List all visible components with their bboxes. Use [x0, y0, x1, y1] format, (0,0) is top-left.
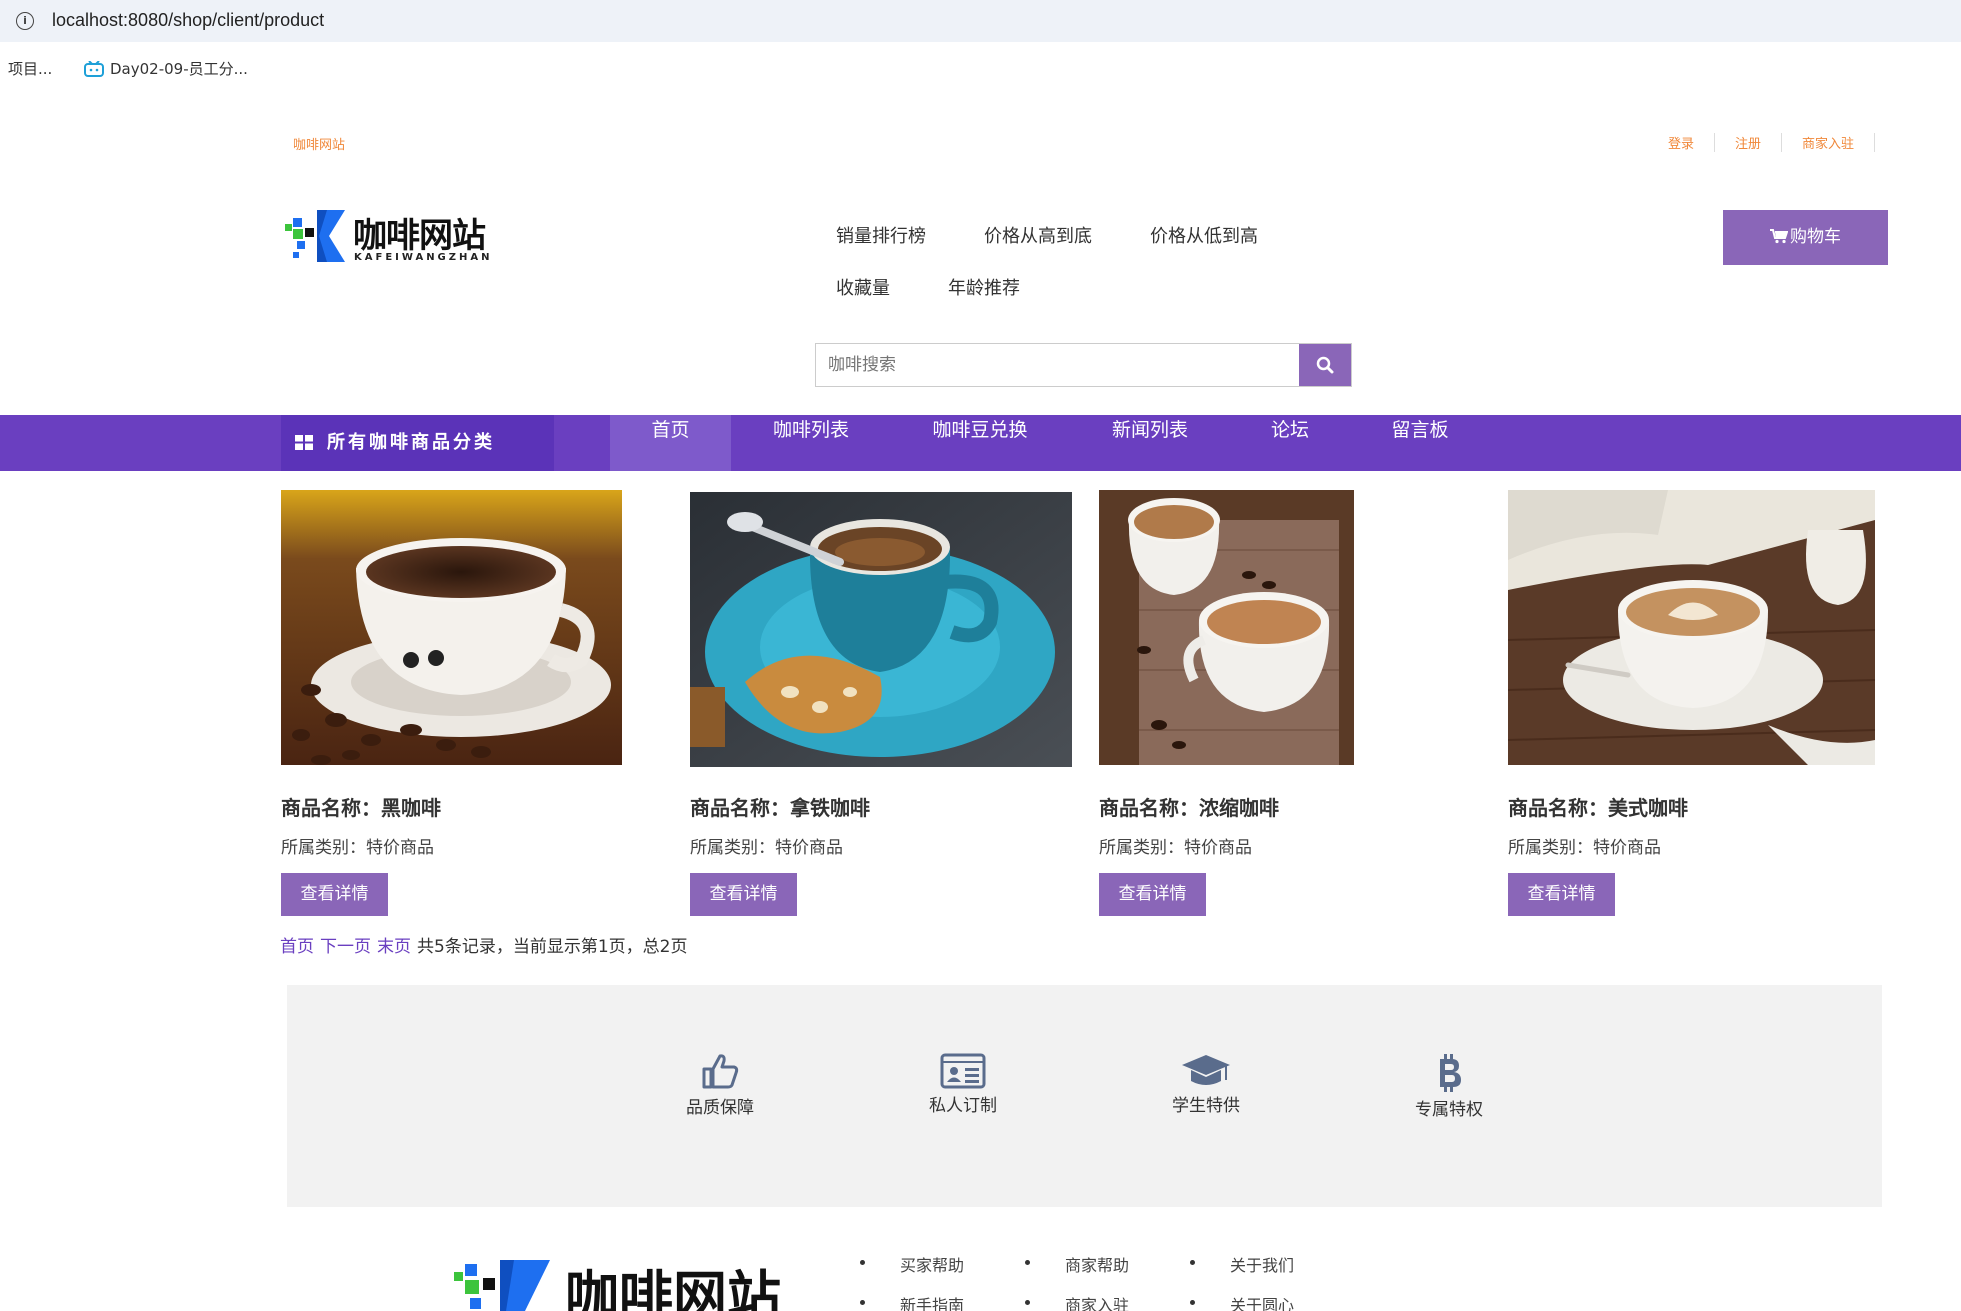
cart-button[interactable]: 购物车 — [1723, 210, 1888, 265]
all-categories-label: 所有咖啡商品分类 — [327, 432, 495, 453]
all-categories-button[interactable]: 所有咖啡商品分类 — [281, 415, 554, 471]
url-text[interactable]: localhost:8080/shop/client/product — [52, 10, 324, 31]
product-image-espresso[interactable] — [1099, 490, 1354, 765]
login-link[interactable]: 登录 — [1648, 133, 1715, 152]
search-icon — [1316, 356, 1334, 374]
view-details-button[interactable]: 查看详情 — [690, 873, 797, 916]
view-details-button[interactable]: 查看详情 — [281, 873, 388, 916]
search-button[interactable] — [1299, 344, 1351, 386]
bullet — [1190, 1260, 1195, 1265]
footer-link-beginner-guide[interactable]: 新手指南 — [900, 1292, 964, 1311]
site-name-link[interactable]: 咖啡网站 — [293, 134, 345, 153]
footer-logo-text: 咖啡网站 — [565, 1264, 781, 1311]
bookmark-item[interactable]: Day02-09-员工分... — [84, 58, 248, 79]
footer-logo-mark-icon — [454, 1260, 550, 1311]
pagination: 首页 下一页 末页 共5条记录，当前显示第1页，总2页 — [280, 932, 687, 957]
product-name[interactable]: 商品名称：拿铁咖啡 — [690, 792, 870, 821]
logo-text: 咖啡网站 — [353, 216, 486, 256]
features-strip: 品质保障 私人订制 学生特供 专属特权 — [287, 985, 1882, 1207]
feature-label: 专属特权 — [1415, 1100, 1483, 1120]
site-info-icon[interactable]: i — [16, 12, 34, 30]
cart-label: 购物车 — [1790, 227, 1841, 247]
bullet — [860, 1300, 865, 1305]
site-logo[interactable]: 咖啡网站 KAFEIWANGZHAN — [283, 208, 493, 264]
product-name[interactable]: 商品名称：浓缩咖啡 — [1099, 792, 1279, 821]
bullet — [1025, 1300, 1030, 1305]
feature-label: 私人订制 — [929, 1096, 997, 1116]
main-navbar: 所有咖啡商品分类 首页 咖啡列表 咖啡豆兑换 新闻列表 论坛 留言板 — [0, 415, 1961, 471]
search-box — [815, 343, 1352, 387]
bookmark-item[interactable]: 项目... — [8, 58, 52, 79]
top-links: 登录 注册 商家入驻 — [1648, 133, 1875, 152]
bookmark-label: Day02-09-员工分... — [110, 60, 248, 78]
sort-price-asc[interactable]: 价格从低到高 — [1150, 222, 1258, 248]
nav-news-list[interactable]: 新闻列表 — [1080, 415, 1220, 471]
feature-item: 私人订制 — [893, 1053, 1033, 1116]
feature-label: 学生特供 — [1172, 1096, 1240, 1116]
feature-item: 品质保障 — [650, 1053, 790, 1118]
bilibili-tv-icon — [84, 61, 104, 77]
view-details-button[interactable]: 查看详情 — [1508, 873, 1615, 916]
footer-link-buyer-help[interactable]: 买家帮助 — [900, 1252, 964, 1276]
footer-link-merchant-join[interactable]: 商家入驻 — [1065, 1292, 1129, 1311]
graduation-cap-icon — [1182, 1055, 1230, 1085]
nav-home[interactable]: 首页 — [610, 415, 731, 471]
id-card-icon — [940, 1053, 986, 1089]
last-page-link[interactable]: 末页 — [377, 937, 411, 957]
product-name[interactable]: 商品名称：美式咖啡 — [1508, 792, 1688, 821]
search-input[interactable] — [816, 344, 1299, 386]
view-details-button[interactable]: 查看详情 — [1099, 873, 1206, 916]
product-category: 所属类别：特价商品 — [1099, 838, 1252, 858]
register-link[interactable]: 注册 — [1715, 133, 1782, 152]
footer-logo[interactable]: 咖啡网站 — [450, 1250, 810, 1311]
feature-item: 学生特供 — [1136, 1053, 1276, 1116]
feature-item: 专属特权 — [1379, 1053, 1519, 1120]
product-category: 所属类别：特价商品 — [281, 838, 434, 858]
bullet — [1190, 1300, 1195, 1305]
bullet — [860, 1260, 865, 1265]
nav-message-board[interactable]: 留言板 — [1370, 415, 1470, 471]
bookmarks-bar: 项目... Day02-09-员工分... — [0, 42, 1961, 96]
sort-nav: 销量排行榜 价格从高到底 价格从低到高收藏量 年龄推荐 — [820, 222, 1340, 326]
thumbs-up-icon — [702, 1054, 739, 1089]
sort-sales-ranking[interactable]: 销量排行榜 — [836, 222, 926, 248]
grid-icon — [295, 435, 313, 450]
sort-age-recommend[interactable]: 年龄推荐 — [948, 274, 1020, 300]
nav-forum[interactable]: 论坛 — [1240, 415, 1340, 471]
product-category: 所属类别：特价商品 — [1508, 838, 1661, 858]
footer-link-about-yuanxin[interactable]: 关于圆心 — [1230, 1292, 1294, 1311]
product-image-black-coffee[interactable] — [281, 490, 622, 765]
product-category: 所属类别：特价商品 — [690, 838, 843, 858]
product-image-americano[interactable] — [1508, 490, 1875, 765]
logo-subtitle: KAFEIWANGZHAN — [354, 252, 493, 263]
product-name[interactable]: 商品名称：黑咖啡 — [281, 792, 441, 821]
footer-link-merchant-help[interactable]: 商家帮助 — [1065, 1252, 1129, 1276]
first-page-link[interactable]: 首页 — [280, 937, 314, 957]
nav-coffee-list[interactable]: 咖啡列表 — [750, 415, 872, 471]
nav-bean-exchange[interactable]: 咖啡豆兑换 — [900, 415, 1060, 471]
sort-price-desc[interactable]: 价格从高到底 — [984, 222, 1092, 248]
sort-favorites[interactable]: 收藏量 — [836, 274, 890, 300]
bullet — [1025, 1260, 1030, 1265]
pagination-summary: 共5条记录，当前显示第1页，总2页 — [417, 937, 688, 957]
next-page-link[interactable]: 下一页 — [320, 937, 371, 957]
bitcoin-icon — [1440, 1054, 1461, 1092]
footer-link-about-us[interactable]: 关于我们 — [1230, 1252, 1294, 1276]
product-image-latte[interactable] — [690, 492, 1072, 767]
feature-label: 品质保障 — [686, 1098, 754, 1118]
merchant-join-link[interactable]: 商家入驻 — [1782, 133, 1875, 152]
address-bar[interactable]: i localhost:8080/shop/client/product — [0, 0, 1961, 42]
cart-icon — [1770, 229, 1789, 244]
logo-mark-icon — [285, 210, 345, 262]
